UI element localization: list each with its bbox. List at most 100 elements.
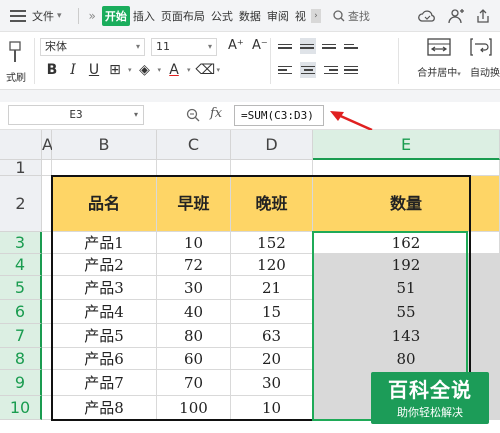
column-header-d[interactable]: D xyxy=(231,130,313,160)
eraser-icon[interactable]: ⌫ xyxy=(196,62,216,78)
hamburger-menu-icon[interactable] xyxy=(10,9,26,22)
wrap-text-button[interactable]: 自动换 xyxy=(470,38,500,79)
table-cell[interactable]: 产品3 xyxy=(52,276,157,300)
cell[interactable] xyxy=(313,160,500,176)
table-cell[interactable]: 70 xyxy=(157,370,231,396)
table-cell[interactable]: 20 xyxy=(231,348,313,370)
table-cell[interactable]: 192 xyxy=(313,254,500,276)
table-cell[interactable]: 10 xyxy=(231,396,313,420)
search-button[interactable]: 查找 xyxy=(333,8,370,24)
table-cell[interactable]: 72 xyxy=(157,254,231,276)
table-cell[interactable] xyxy=(42,396,52,420)
table-cell[interactable]: 30 xyxy=(157,276,231,300)
table-cell[interactable] xyxy=(42,232,52,254)
active-cell[interactable]: 162 xyxy=(313,232,500,254)
table-cell[interactable]: 152 xyxy=(231,232,313,254)
more-tabs-icon[interactable]: › xyxy=(310,8,321,23)
tab-formula[interactable]: 公式 xyxy=(208,8,236,24)
table-cell[interactable]: 40 xyxy=(157,300,231,324)
orientation-icon[interactable] xyxy=(344,38,360,54)
align-top-icon[interactable] xyxy=(278,38,294,54)
font-color-icon[interactable]: A xyxy=(166,62,182,78)
align-bottom-icon[interactable] xyxy=(322,38,338,54)
name-box[interactable]: E3 ▾ xyxy=(8,105,144,125)
tab-view[interactable]: 视 xyxy=(292,8,309,24)
table-cell[interactable]: 120 xyxy=(231,254,313,276)
share-icon[interactable] xyxy=(476,8,490,24)
tab-data[interactable]: 数据 xyxy=(236,8,264,24)
table-cell[interactable]: 15 xyxy=(231,300,313,324)
cloud-sync-icon[interactable] xyxy=(418,9,436,23)
header-cell[interactable]: 晚班 xyxy=(231,176,313,232)
table-cell[interactable]: 产品8 xyxy=(52,396,157,420)
underline-icon[interactable]: U xyxy=(86,62,102,78)
cell[interactable] xyxy=(231,160,313,176)
tab-insert[interactable]: 插入 xyxy=(130,8,158,24)
column-header-b[interactable]: B xyxy=(52,130,157,160)
table-cell[interactable] xyxy=(42,276,52,300)
double-chevron-icon[interactable]: » xyxy=(89,9,96,23)
header-cell[interactable]: 品名 xyxy=(52,176,157,232)
table-cell[interactable]: 143 xyxy=(313,324,500,348)
cell[interactable] xyxy=(52,160,157,176)
decrease-font-icon[interactable]: A⁻ xyxy=(252,38,268,53)
formula-input[interactable]: =SUM(C3:D3) xyxy=(234,105,324,126)
row-header-5[interactable]: 5 xyxy=(0,276,42,300)
fill-color-icon[interactable]: ◈ xyxy=(137,62,153,78)
column-header-e[interactable]: E xyxy=(313,130,500,160)
align-middle-icon[interactable] xyxy=(300,38,316,54)
align-right-icon[interactable] xyxy=(322,62,338,78)
row-header-3[interactable]: 3 xyxy=(0,232,42,254)
italic-icon[interactable]: I xyxy=(65,62,81,78)
font-size-select[interactable]: 11 ▾ xyxy=(151,38,217,56)
tab-review[interactable]: 审阅 xyxy=(264,8,292,24)
column-header-a[interactable]: A xyxy=(42,130,53,160)
table-cell[interactable]: 60 xyxy=(157,348,231,370)
table-cell[interactable]: 10 xyxy=(157,232,231,254)
fx-button[interactable]: fx xyxy=(210,106,222,121)
table-cell[interactable]: 80 xyxy=(157,324,231,348)
increase-font-icon[interactable]: A⁺ xyxy=(228,38,244,53)
table-cell[interactable]: 30 xyxy=(231,370,313,396)
table-cell[interactable]: 21 xyxy=(231,276,313,300)
table-cell[interactable]: 产品6 xyxy=(52,348,157,370)
table-cell[interactable]: 51 xyxy=(313,276,500,300)
chevron-down-icon[interactable]: ▾ xyxy=(128,66,132,74)
header-cell[interactable]: 数量 xyxy=(313,176,500,232)
row-header-6[interactable]: 6 xyxy=(0,300,42,324)
font-name-select[interactable]: 宋体 ▾ xyxy=(40,38,145,56)
cell[interactable] xyxy=(157,160,231,176)
justify-icon[interactable] xyxy=(344,62,360,78)
table-cell[interactable]: 55 xyxy=(313,300,500,324)
table-cell[interactable]: 63 xyxy=(231,324,313,348)
table-cell[interactable] xyxy=(42,370,52,396)
chevron-down-icon[interactable]: ▾ xyxy=(217,66,221,74)
table-cell[interactable]: 产品2 xyxy=(52,254,157,276)
row-header-2[interactable]: 2 xyxy=(0,176,42,232)
row-header-7[interactable]: 7 xyxy=(0,324,42,348)
column-header-c[interactable]: C xyxy=(157,130,231,160)
row-header-8[interactable]: 8 xyxy=(0,348,42,370)
border-icon[interactable]: ⊞ xyxy=(107,62,123,78)
row-header-9[interactable]: 9 xyxy=(0,370,42,396)
align-left-icon[interactable] xyxy=(278,62,294,78)
tab-home[interactable]: 开始 xyxy=(101,5,130,26)
table-cell[interactable] xyxy=(42,300,52,324)
header-cell[interactable]: 早班 xyxy=(157,176,231,232)
bold-icon[interactable]: B xyxy=(44,62,60,78)
table-cell[interactable] xyxy=(42,324,52,348)
table-cell[interactable]: 产品1 xyxy=(52,232,157,254)
row-header-4[interactable]: 4 xyxy=(0,254,42,276)
file-menu[interactable]: 文件 ▾ xyxy=(32,8,62,24)
cell[interactable] xyxy=(42,176,52,232)
table-cell[interactable] xyxy=(42,254,52,276)
row-header-10[interactable]: 10 xyxy=(0,396,42,420)
align-center-icon[interactable] xyxy=(300,62,316,78)
format-painter-button[interactable]: 式刷 xyxy=(0,37,30,85)
chevron-down-icon[interactable]: ▾ xyxy=(158,66,162,74)
collaborate-icon[interactable] xyxy=(448,8,464,24)
table-cell[interactable]: 产品7 xyxy=(52,370,157,396)
table-cell[interactable]: 产品5 xyxy=(52,324,157,348)
table-cell[interactable]: 产品4 xyxy=(52,300,157,324)
table-cell[interactable] xyxy=(42,348,52,370)
